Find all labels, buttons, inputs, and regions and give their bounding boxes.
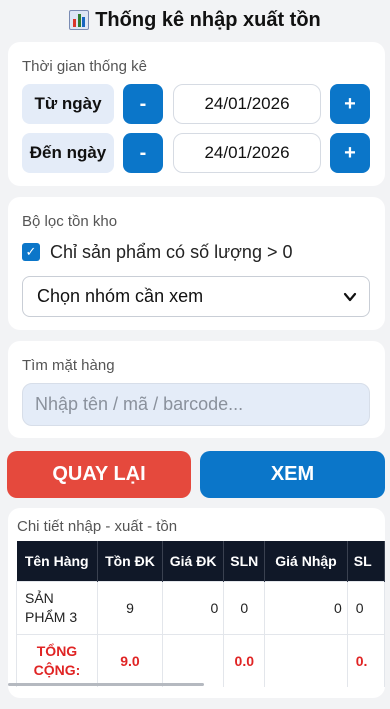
total-sl: 0. bbox=[346, 633, 385, 687]
total-label: TỔNG CỘNG: bbox=[16, 633, 98, 687]
to-date-label: Đến ngày bbox=[22, 133, 114, 173]
col-header-gia-nhap: Giá Nhập bbox=[264, 541, 348, 581]
from-date-label: Từ ngày bbox=[22, 84, 114, 124]
cell-sln: 0 bbox=[223, 580, 266, 635]
from-date-plus-button[interactable]: + bbox=[330, 84, 370, 124]
chevron-down-icon bbox=[343, 292, 357, 302]
col-header-name: Tên Hàng bbox=[16, 541, 98, 581]
to-date-row: Đến ngày - 24/01/2026 + bbox=[22, 133, 370, 173]
total-ton-dk: 9.0 bbox=[96, 633, 163, 687]
total-row: TỔNG CỘNG: 9.0 0.0 0. bbox=[16, 633, 385, 687]
col-header-gia-dk: Giá ĐK bbox=[162, 541, 225, 581]
view-button[interactable]: XEM bbox=[200, 451, 385, 498]
table-row[interactable]: SẢN PHẨM 3 9 0 0 0 0 bbox=[16, 580, 385, 635]
to-date-minus-button[interactable]: - bbox=[123, 133, 163, 173]
cell-name: SẢN PHẨM 3 bbox=[16, 580, 98, 635]
total-sln: 0.0 bbox=[223, 633, 266, 687]
detail-table-scroll[interactable]: Tên Hàng Tồn ĐK Giá ĐK SLN Giá Nhập SL S… bbox=[16, 541, 385, 687]
from-date-minus-button[interactable]: - bbox=[123, 84, 163, 124]
cell-ton-dk: 9 bbox=[96, 580, 163, 635]
total-gia-dk bbox=[161, 633, 225, 687]
search-input[interactable]: Nhập tên / mã / barcode... bbox=[22, 383, 370, 426]
positive-qty-checkbox[interactable]: ✓ bbox=[22, 243, 40, 261]
from-date-input[interactable]: 24/01/2026 bbox=[173, 84, 321, 124]
search-label: Tìm mặt hàng bbox=[22, 357, 115, 374]
time-range-label: Thời gian thống kê bbox=[22, 58, 147, 75]
time-range-card: Thời gian thống kê Từ ngày - 24/01/2026 … bbox=[8, 42, 385, 186]
back-button[interactable]: QUAY LẠI bbox=[7, 451, 191, 498]
positive-qty-checkbox-row[interactable]: ✓ Chỉ sản phẩm có số lượng > 0 bbox=[22, 240, 292, 264]
col-header-sln: SLN bbox=[223, 541, 266, 581]
stock-filter-label: Bộ lọc tồn kho bbox=[22, 213, 118, 230]
positive-qty-checkbox-label: Chỉ sản phẩm có số lượng > 0 bbox=[50, 241, 293, 262]
cell-sl: 0 bbox=[346, 580, 385, 635]
stock-filter-card: Bộ lọc tồn kho ✓ Chỉ sản phẩm có số lượn… bbox=[8, 197, 385, 330]
table-horizontal-scrollbar[interactable] bbox=[8, 683, 204, 686]
page-title: Thống kê nhập xuất tồn bbox=[0, 6, 390, 34]
from-date-row: Từ ngày - 24/01/2026 + bbox=[22, 84, 370, 124]
col-header-sl: SL bbox=[347, 541, 385, 581]
cell-gia-nhap: 0 bbox=[264, 580, 348, 635]
group-select-value: Chọn nhóm cần xem bbox=[37, 286, 204, 306]
bar-chart-icon bbox=[69, 10, 90, 30]
detail-label: Chi tiết nhập - xuất - tồn bbox=[17, 518, 178, 535]
search-card: Tìm mặt hàng Nhập tên / mã / barcode... bbox=[8, 341, 385, 438]
to-date-input[interactable]: 24/01/2026 bbox=[173, 133, 321, 173]
group-select[interactable]: Chọn nhóm cần xem bbox=[22, 276, 370, 317]
cell-gia-dk: 0 bbox=[161, 580, 225, 635]
detail-card: Chi tiết nhập - xuất - tồn Tên Hàng Tồn … bbox=[8, 508, 385, 698]
detail-table: Tên Hàng Tồn ĐK Giá ĐK SLN Giá Nhập SL S… bbox=[16, 541, 385, 687]
to-date-plus-button[interactable]: + bbox=[330, 133, 370, 173]
total-gia-nhap bbox=[264, 633, 348, 687]
col-header-ton-dk: Tồn ĐK bbox=[97, 541, 163, 581]
page-title-text: Thống kê nhập xuất tồn bbox=[95, 8, 321, 31]
